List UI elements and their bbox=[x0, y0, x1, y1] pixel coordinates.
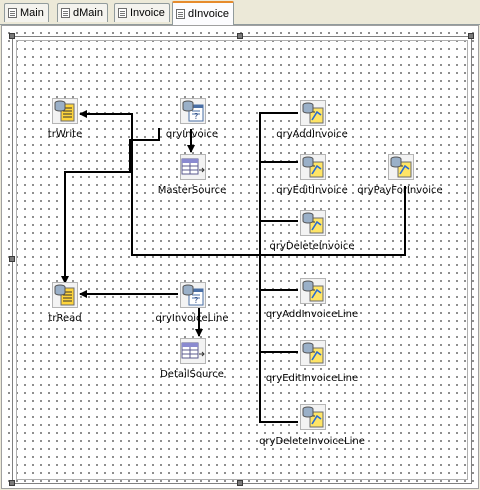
component-label-qrypayforinvoice: qryPayForInvoice bbox=[357, 185, 443, 196]
tab-main[interactable]: Main bbox=[4, 3, 49, 22]
component-label-qryaddinvoiceline: qryAddInvoiceLine bbox=[265, 309, 359, 320]
tab-label: dInvoice bbox=[188, 8, 229, 20]
form-icon bbox=[8, 8, 17, 18]
data-module-designer[interactable]: ? ? trWrite qryInvoice MasterSource qryA… bbox=[1, 25, 479, 489]
component-label-trread: trRead bbox=[48, 313, 82, 324]
tab-label: Invoice bbox=[130, 7, 165, 19]
component-label-qryeditinvoice: qryEditInvoice bbox=[276, 185, 348, 196]
link-qrypayforinvoice-to-trwrite bbox=[79, 110, 406, 256]
tab-label: Main bbox=[20, 7, 44, 19]
transaction-icon[interactable] bbox=[52, 98, 78, 124]
tab-dmain[interactable]: dMain bbox=[57, 3, 108, 22]
stored-proc-icon[interactable] bbox=[300, 404, 326, 430]
component-label-qryeditinvoiceline: qryEditInvoiceLine bbox=[265, 373, 359, 384]
tab-bar: Main dMain Invoice dInvoice bbox=[0, 0, 480, 25]
link-qryinvoice-to-trread bbox=[61, 128, 160, 284]
component-label-qryaddinvoice: qryAddInvoice bbox=[276, 129, 348, 140]
component-label-trwrite: trWrite bbox=[47, 129, 83, 140]
stored-proc-icon[interactable] bbox=[300, 154, 326, 180]
query-icon[interactable]: ? bbox=[180, 282, 206, 308]
query-icon[interactable]: ? bbox=[180, 98, 206, 124]
datasource-icon[interactable] bbox=[180, 338, 206, 364]
tab-label: dMain bbox=[73, 7, 103, 19]
component-label-mastersource: MasterSource bbox=[157, 185, 227, 196]
component-label-detailsource: DetailSource bbox=[160, 369, 224, 380]
component-label-qryinvoice: qryInvoice bbox=[165, 129, 219, 140]
form-icon bbox=[118, 8, 127, 18]
form-icon bbox=[176, 9, 185, 19]
connection-lines bbox=[61, 110, 406, 423]
svg-text:?: ? bbox=[194, 296, 198, 305]
stored-proc-icon[interactable] bbox=[300, 340, 326, 366]
form-icon bbox=[61, 8, 70, 18]
stored-proc-icon[interactable] bbox=[300, 278, 326, 304]
component-label-qrydeleteinvoiceline: qryDeleteInvoiceLine bbox=[259, 436, 365, 447]
stored-proc-icon[interactable] bbox=[300, 210, 326, 236]
tab-invoice[interactable]: Invoice bbox=[114, 3, 170, 22]
stored-proc-icon[interactable] bbox=[388, 154, 414, 180]
stored-proc-icon[interactable] bbox=[300, 100, 326, 126]
component-label-qrydeleteinvoice: qryDeleteInvoice bbox=[269, 241, 355, 252]
datasource-icon[interactable] bbox=[180, 154, 206, 180]
svg-text:?: ? bbox=[194, 112, 198, 121]
transaction-icon[interactable] bbox=[52, 282, 78, 308]
tab-dinvoice[interactable]: dInvoice bbox=[172, 1, 234, 25]
component-label-qryinvoiceline: qryInvoiceLine bbox=[155, 313, 229, 324]
